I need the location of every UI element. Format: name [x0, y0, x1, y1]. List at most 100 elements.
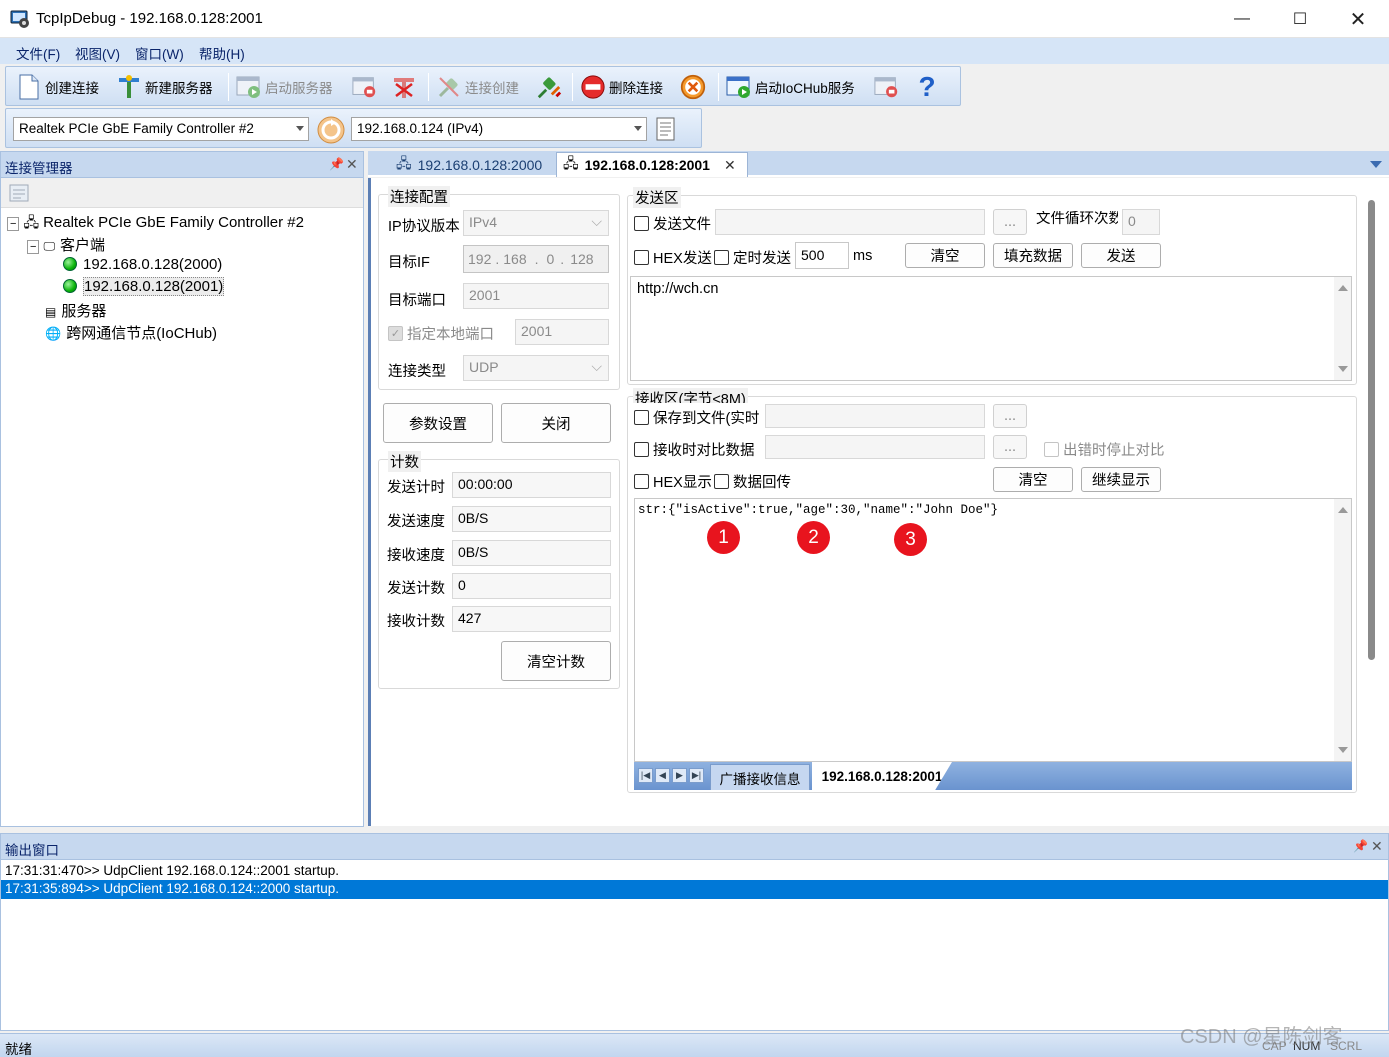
plug-connect-icon: [536, 74, 562, 100]
file-loop-value: 0: [1122, 209, 1160, 235]
tower-delete-icon: [391, 74, 417, 100]
menu-help[interactable]: 帮助(H): [199, 43, 245, 63]
start-server-button[interactable]: 启动服务器: [236, 71, 333, 103]
delete-server-button[interactable]: [391, 71, 420, 103]
send-scrollbar[interactable]: [1334, 277, 1351, 380]
close-icon[interactable]: ✕: [1371, 838, 1383, 855]
stop-server-button[interactable]: [352, 71, 381, 103]
pin-icon[interactable]: 📌: [1353, 839, 1368, 853]
close-icon[interactable]: ✕: [346, 156, 358, 173]
output-line-selected[interactable]: 17:31:35:894>> UdpClient 192.168.0.124::…: [1, 880, 1388, 899]
send-textarea[interactable]: http://wch.cn: [630, 276, 1352, 381]
close-tab-icon[interactable]: ✕: [724, 157, 736, 174]
local-port-field: 2001: [515, 319, 609, 345]
recv-speed-label: 接收速度: [387, 548, 445, 564]
tree-node-iochub[interactable]: 🌐 跨网通信节点(IoCHub): [45, 322, 217, 343]
tab-connection-2000[interactable]: 🖧 192.168.0.128:2000: [396, 153, 576, 177]
next-tab-icon[interactable]: ▶: [672, 768, 687, 783]
refresh-icon[interactable]: [316, 115, 346, 145]
close-window-button[interactable]: ✕: [1329, 0, 1387, 38]
tree-node-server[interactable]: ▤ 服务器: [45, 300, 106, 321]
create-connection-button[interactable]: 创建连接: [16, 71, 99, 103]
send-interval-input[interactable]: 500: [795, 242, 849, 269]
tab-recv-connection[interactable]: 192.168.0.128:2001: [812, 762, 952, 790]
no-entry-icon: [580, 74, 606, 100]
send-button[interactable]: 发送: [1081, 243, 1161, 268]
output-panel: 输出窗口 📌 ✕ 17:31:31:470>> UdpClient 192.16…: [0, 833, 1389, 1031]
tab-broadcast[interactable]: 广播接收信息: [710, 764, 810, 790]
start-iochub-button[interactable]: 启动IoCHub服务: [726, 71, 855, 103]
properties-icon[interactable]: [9, 184, 29, 202]
recv-clear-button[interactable]: 清空: [993, 467, 1073, 492]
stop-iochub-button[interactable]: [874, 71, 903, 103]
send-title: 发送区: [633, 187, 681, 208]
compare-file-browse-button[interactable]: ...: [993, 435, 1027, 459]
network-adapter-icon: 🖧: [23, 214, 40, 230]
send-speed-label: 发送速度: [387, 514, 445, 530]
connect-button[interactable]: [536, 71, 565, 103]
tree-node-client[interactable]: − 🖵 客户端: [27, 234, 105, 255]
help-button[interactable]: ?: [914, 71, 943, 103]
save-file-browse-button[interactable]: ...: [993, 404, 1027, 428]
tab-list-dropdown-icon[interactable]: [1370, 161, 1382, 168]
save-to-file-checkbox[interactable]: 保存到文件(实时: [634, 407, 759, 428]
send-clear-button[interactable]: 清空: [905, 243, 985, 268]
pin-icon[interactable]: 📌: [329, 157, 344, 171]
params-button[interactable]: 参数设置: [383, 403, 493, 443]
tab-connection-2001[interactable]: 🖧 192.168.0.128:2001 ✕: [556, 152, 748, 177]
new-server-button[interactable]: 新建服务器: [116, 71, 213, 103]
disconnect-all-button[interactable]: [680, 71, 709, 103]
fill-data-button[interactable]: 填充数据: [993, 243, 1073, 268]
status-text: 就绪: [5, 1042, 32, 1057]
collapse-icon[interactable]: −: [27, 240, 40, 254]
ip-version-label: IP协议版本: [388, 219, 460, 235]
maximize-button[interactable]: ☐: [1271, 0, 1329, 38]
title-bar: TcpIpDebug - 192.168.0.128:2001 — ☐ ✕: [0, 0, 1389, 38]
continue-display-button[interactable]: 继续显示: [1081, 467, 1161, 492]
window-play-icon: [236, 74, 262, 100]
recv-scrollbar[interactable]: [1334, 499, 1351, 761]
monitor-icon: 🖵: [43, 239, 56, 253]
last-tab-icon[interactable]: ▶|: [689, 768, 704, 783]
connection-manager-title: 连接管理器: [1, 152, 363, 178]
window-stop-icon: [352, 74, 378, 100]
menu-window[interactable]: 窗口(W): [135, 43, 184, 63]
address-select[interactable]: 192.168.0.124 (IPv4): [351, 117, 647, 141]
annotation-badge-3: 3: [894, 523, 927, 556]
globe-icon: 🌐: [45, 326, 62, 341]
ip-version-select: IPv4 ⌵: [463, 210, 609, 236]
main-toolbar: 创建连接 新建服务器 启动服务器 连接创建 删除连接 启动IoCHub服务 ?: [5, 66, 961, 106]
prev-tab-icon[interactable]: ◀: [655, 768, 670, 783]
window-title: TcpIpDebug - 192.168.0.128:2001: [36, 10, 263, 27]
timed-send-checkbox[interactable]: 定时发送: [714, 247, 792, 268]
menu-view[interactable]: 视图(V): [75, 43, 120, 63]
tab-nav: |◀ ◀ ▶ ▶|: [638, 768, 704, 783]
first-tab-icon[interactable]: |◀: [638, 768, 653, 783]
document-scrollbar[interactable]: [1365, 200, 1379, 660]
copy-icon[interactable]: [654, 115, 680, 143]
send-file-browse-button[interactable]: ...: [993, 209, 1027, 235]
connection-manager-panel: 连接管理器 📌 ✕ − 🖧 Realtek PCIe GbE Family Cont…: [0, 151, 364, 827]
output-title: 输出窗口: [1, 834, 1388, 860]
close-connection-button[interactable]: 关闭: [501, 403, 611, 443]
compare-data-checkbox[interactable]: 接收时对比数据: [634, 439, 755, 460]
minimize-button[interactable]: —: [1213, 0, 1271, 38]
delete-connection-button[interactable]: 删除连接: [580, 71, 663, 103]
target-port-field: 2001: [463, 283, 609, 309]
connection-create-button[interactable]: 连接创建: [436, 71, 519, 103]
watermark: CSDN @星陈剑客: [1180, 1026, 1343, 1048]
hex-send-checkbox[interactable]: HEX发送: [634, 247, 712, 268]
tree-root-adapter[interactable]: − 🖧 Realtek PCIe GbE Family Controller #2: [7, 212, 304, 236]
tree-item-connection-2001[interactable]: 192.168.0.128(2001): [63, 277, 225, 296]
tree-item-connection-2000[interactable]: 192.168.0.128(2000): [63, 256, 222, 273]
adapter-select[interactable]: Realtek PCIe GbE Family Controller #2: [13, 117, 309, 141]
recv-textarea[interactable]: str:{"isActive":true,"age":30,"name":"Jo…: [634, 498, 1352, 762]
echo-data-checkbox[interactable]: 数据回传: [714, 471, 791, 492]
collapse-icon[interactable]: −: [7, 217, 20, 231]
send-speed-value: 0B/S: [452, 506, 611, 532]
menu-file[interactable]: 文件(F): [16, 43, 60, 63]
send-file-checkbox[interactable]: 发送文件: [634, 213, 711, 234]
address-toolbar: Realtek PCIe GbE Family Controller #2 19…: [5, 108, 702, 148]
clear-count-button[interactable]: 清空计数: [501, 641, 611, 681]
hex-display-checkbox[interactable]: HEX显示: [634, 471, 712, 492]
